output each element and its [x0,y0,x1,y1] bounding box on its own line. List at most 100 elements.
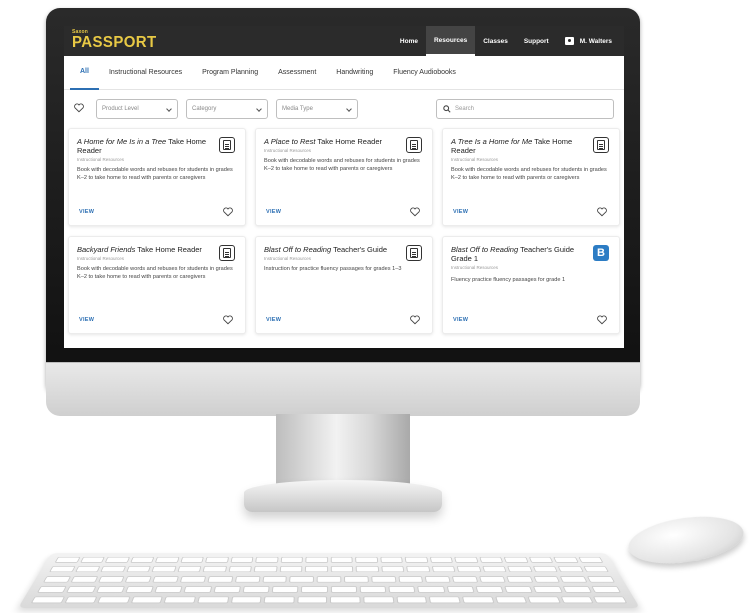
monitor-stand-neck [276,414,410,484]
keyboard-key [431,566,456,573]
tab-fluency-audiobooks[interactable]: Fluency Audiobooks [383,56,466,90]
keyboard-row [37,585,621,593]
keyboard-keys [30,556,628,604]
keyboard-key [202,566,227,573]
nav-support[interactable]: Support [516,26,557,56]
keyboard-key [330,556,353,563]
keyboard-key [66,585,96,593]
keyboard-key [64,596,98,604]
view-link[interactable]: VIEW [266,317,281,323]
heart-icon[interactable] [223,315,233,325]
keyboard-key [451,575,479,583]
keyboard-key [454,556,479,563]
heart-icon[interactable] [74,103,84,113]
keyboard-row [49,566,609,573]
keyboard-key [532,575,561,583]
keyboard-key [330,566,354,573]
nav-resources[interactable]: Resources [425,26,476,56]
view-link[interactable]: VIEW [453,209,468,215]
product-photo: Saxon PASSPORT Home Resources Classes Su… [0,0,756,613]
keyboard-key [130,596,164,604]
nav-home[interactable]: Home [392,26,426,56]
keyboard-key [429,556,453,563]
user-menu[interactable]: M. Walters [557,37,624,45]
keyboard-key [74,566,101,573]
keyboard-key [97,596,131,604]
keyboard-key [152,575,180,583]
resource-card[interactable]: Blast Off to Reading Teacher's Guide Ins… [255,236,433,334]
resource-card[interactable]: A Tree Is a Home for Me Take Home Reader… [442,128,620,226]
top-navigation-bar: Saxon PASSPORT Home Resources Classes Su… [64,26,624,56]
view-link[interactable]: VIEW [79,317,94,323]
keyboard-key [207,575,234,583]
tab-assessment[interactable]: Assessment [268,56,326,90]
resource-card[interactable]: Blast Off to Reading Teacher's Guide Gra… [442,236,620,334]
media-type-value: Media Type [282,106,313,112]
heart-icon[interactable] [410,315,420,325]
keyboard-key [262,575,288,583]
keyboard-key [30,596,65,604]
resource-card[interactable]: A Home for Me Is in a Tree Take Home Rea… [68,128,246,226]
heart-icon[interactable] [597,315,607,325]
media-type-select[interactable]: Media Type [276,99,358,119]
card-title[interactable]: A Place to Rest Take Home Reader [264,137,404,146]
mouse [625,510,747,570]
keyboard-key [316,575,342,583]
keyboard-key [197,596,229,604]
keyboard-key [163,596,197,604]
keyboard-key [355,566,379,573]
keyboard-key [125,585,154,593]
view-link[interactable]: VIEW [79,209,94,215]
resource-card[interactable]: Backyard Friends Take Home Reader Instru… [68,236,246,334]
keyboard-key [478,556,504,563]
view-link[interactable]: VIEW [266,209,281,215]
search-input[interactable]: Search [436,99,614,119]
product-level-select[interactable]: Product Level [96,99,178,119]
keyboard-key [577,556,604,563]
keyboard-key [424,575,451,583]
nav-classes[interactable]: Classes [475,26,516,56]
tab-instructional-resources[interactable]: Instructional Resources [99,56,192,90]
card-title[interactable]: Blast Off to Reading Teacher's Guide Gra… [451,245,591,263]
keyboard-key [97,575,126,583]
keyboard-key [279,566,303,573]
keyboard-key [379,556,403,563]
view-link[interactable]: VIEW [453,317,468,323]
keyboard-key [505,575,533,583]
card-title-rest: Take Home Reader [135,245,202,254]
card-subtitle: Instructional Resources [264,256,312,261]
keyboard-key [406,566,430,573]
resource-grid: A Home for Me Is in a Tree Take Home Rea… [68,128,620,346]
keyboard-key [305,556,328,563]
keyboard-key [263,596,295,604]
logo-title: PASSPORT [72,33,157,52]
keyboard-key [304,566,328,573]
card-title[interactable]: A Tree Is a Home for Me Take Home Reader [451,137,591,155]
card-description: Book with decodable words and rebuses fo… [77,167,233,181]
keyboard-key [228,566,252,573]
resource-card[interactable]: A Place to Rest Take Home Reader Instruc… [255,128,433,226]
category-select[interactable]: Category [186,99,268,119]
keyboard-key [359,585,387,593]
keyboard-key [560,596,594,604]
keyboard-key [586,575,615,583]
card-title[interactable]: Backyard Friends Take Home Reader [77,245,217,254]
keyboard-key [504,585,533,593]
keyboard-key [297,596,328,604]
filter-bar: Product Level Category Media Type Search [64,98,624,120]
tab-program-planning[interactable]: Program Planning [192,56,268,90]
heart-icon[interactable] [410,207,420,217]
tab-all[interactable]: All [70,56,99,90]
keyboard-row [54,556,604,563]
keyboard-key [528,556,554,563]
keyboard-key [280,556,303,563]
keyboard-key [527,596,561,604]
heart-icon[interactable] [223,207,233,217]
keyboard-key [79,556,105,563]
card-title[interactable]: Blast Off to Reading Teacher's Guide [264,245,404,254]
card-title[interactable]: A Home for Me Is in a Tree Take Home Rea… [77,137,217,155]
tab-handwriting[interactable]: Handwriting [326,56,383,90]
card-title-italic: Blast Off to Reading [264,245,332,254]
heart-icon[interactable] [597,207,607,217]
passport-logo[interactable]: Saxon PASSPORT [72,30,157,51]
